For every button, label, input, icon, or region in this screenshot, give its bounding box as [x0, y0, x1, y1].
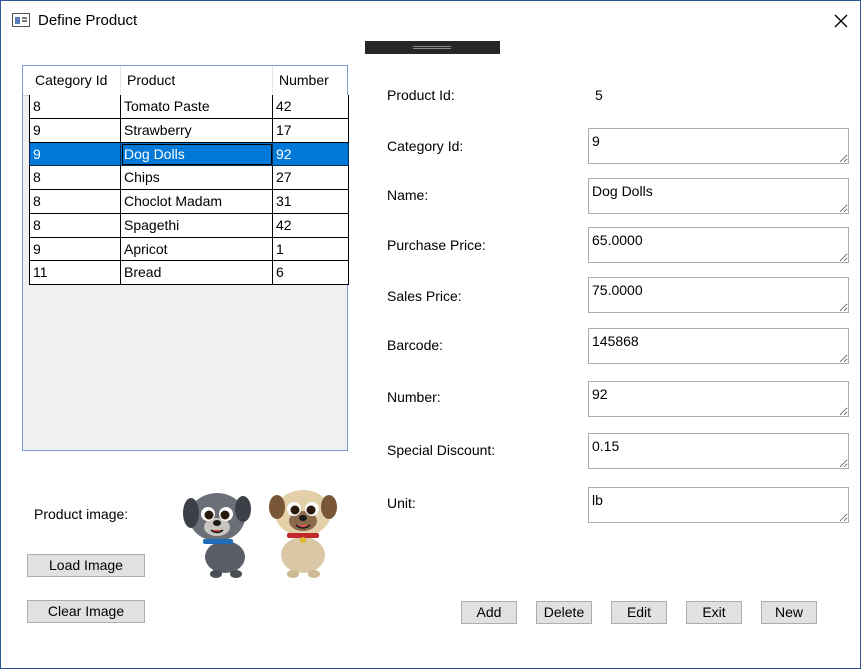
new-button[interactable]: New [761, 601, 817, 624]
purchase-price-label: Purchase Price: [387, 237, 486, 253]
special-discount-label: Special Discount: [387, 442, 496, 458]
special-discount-field[interactable]: 0.15 [588, 433, 849, 469]
cell-category-id[interactable]: 9 [29, 237, 121, 262]
app-window-icon [12, 13, 30, 27]
cell-category-id[interactable]: 8 [29, 95, 121, 119]
unit-field[interactable]: lb [588, 487, 849, 523]
table-row[interactable]: 8 Tomato Paste 42 [29, 95, 349, 119]
cell-product[interactable]: Apricot [121, 237, 273, 262]
delete-button[interactable]: Delete [536, 601, 592, 624]
cell-category-id[interactable]: 9 [29, 118, 121, 143]
product-image [181, 487, 349, 579]
exit-button[interactable]: Exit [686, 601, 742, 624]
cell-category-id[interactable]: 8 [29, 213, 121, 238]
category-id-label: Category Id: [387, 138, 464, 154]
unit-label: Unit: [387, 495, 416, 511]
sales-price-label: Sales Price: [387, 288, 462, 304]
dog-dolls-image [183, 490, 337, 578]
cell-product[interactable]: Dog Dolls [121, 142, 273, 167]
products-grid[interactable]: Category Id Product Number 8 Tomato Paste… [22, 65, 349, 451]
name-label: Name: [387, 187, 429, 203]
category-id-field[interactable]: 9 [588, 128, 849, 164]
table-row[interactable]: 9 Strawberry 17 [29, 118, 349, 143]
table-row[interactable]: 9 Dog Dolls 92 [29, 142, 349, 167]
column-header-number[interactable]: Number [273, 66, 347, 95]
number-field[interactable]: 92 [588, 381, 849, 417]
table-row[interactable]: 8 Chips 27 [29, 166, 349, 190]
table-row[interactable]: 11 Bread 6 [29, 261, 349, 285]
purchase-price-field[interactable]: 65.0000 [588, 227, 849, 263]
define-product-window: Define Product Category Id Product Numbe… [0, 0, 861, 669]
cell-product[interactable]: Tomato Paste [121, 95, 273, 119]
cell-product[interactable]: Bread [121, 261, 273, 285]
product-image-label: Product image: [34, 506, 129, 522]
cell-number[interactable]: 27 [273, 166, 349, 190]
cell-number[interactable]: 17 [273, 118, 349, 143]
edit-button[interactable]: Edit [611, 601, 667, 624]
grid-rows: 8 Tomato Paste 42 9 Strawberry 17 9 Dog Dolls 92… [29, 95, 349, 285]
cell-product[interactable]: Spagethi [121, 213, 273, 238]
close-button[interactable] [829, 9, 853, 33]
splitter-handle[interactable] [365, 41, 500, 54]
column-header-category-id[interactable]: Category Id [29, 66, 121, 95]
barcode-label: Barcode: [387, 337, 444, 353]
cell-product[interactable]: Chips [121, 166, 273, 190]
clear-image-button[interactable]: Clear Image [27, 600, 145, 623]
cell-product[interactable]: Strawberry [121, 118, 273, 143]
cell-number[interactable]: 6 [273, 261, 349, 285]
grip-icon [413, 46, 451, 47]
cell-number[interactable]: 31 [273, 190, 349, 214]
close-icon [834, 14, 848, 28]
product-id-value: 5 [595, 87, 603, 103]
sales-price-field[interactable]: 75.0000 [588, 277, 849, 313]
add-button[interactable]: Add [461, 601, 517, 624]
cell-category-id[interactable]: 8 [29, 190, 121, 214]
cell-number[interactable]: 1 [273, 237, 349, 262]
title-bar[interactable]: Define Product [1, 1, 860, 39]
barcode-field[interactable]: 145868 [588, 328, 849, 364]
load-image-button[interactable]: Load Image [27, 554, 145, 577]
number-label: Number: [387, 389, 441, 405]
grid-header: Category Id Product Number [23, 66, 347, 96]
cell-number[interactable]: 42 [273, 213, 349, 238]
column-header-product[interactable]: Product [121, 66, 273, 95]
cell-number[interactable]: 42 [273, 95, 349, 119]
cell-category-id[interactable]: 8 [29, 166, 121, 190]
table-row[interactable]: 8 Choclot Madam 31 [29, 190, 349, 214]
window-title: Define Product [38, 12, 138, 29]
cell-category-id[interactable]: 11 [29, 261, 121, 285]
cell-category-id[interactable]: 9 [29, 142, 121, 167]
name-field[interactable]: Dog Dolls [588, 178, 849, 214]
cell-product[interactable]: Choclot Madam [121, 190, 273, 214]
table-row[interactable]: 9 Apricot 1 [29, 237, 349, 262]
cell-number[interactable]: 92 [273, 142, 349, 167]
product-id-label: Product Id: [387, 87, 455, 103]
table-row[interactable]: 8 Spagethi 42 [29, 213, 349, 238]
